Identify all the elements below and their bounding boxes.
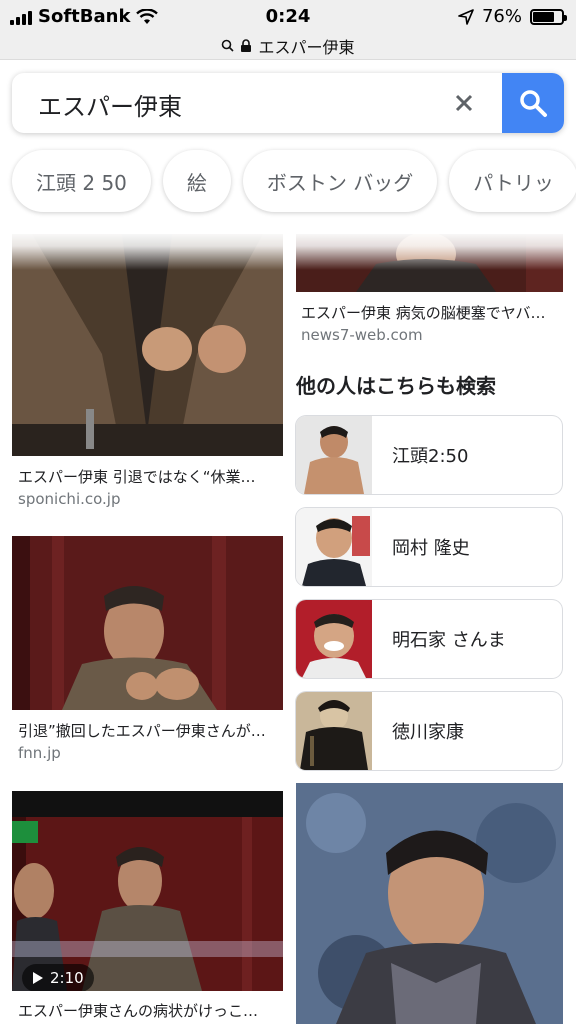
search-button[interactable]	[502, 73, 564, 133]
url-title: エスパー伊東	[258, 37, 355, 57]
related-search-item[interactable]: 明石家 さんま	[296, 600, 562, 678]
search-input[interactable]: エスパー伊東	[38, 87, 182, 122]
status-right: 76%	[458, 6, 567, 27]
location-arrow-icon	[458, 8, 474, 25]
related-search-item[interactable]: 徳川家康	[296, 692, 562, 770]
play-icon	[33, 972, 43, 984]
video-result-image[interactable]: 2:10	[12, 791, 283, 991]
chip-egashira[interactable]: 江頭 2 50	[12, 150, 151, 212]
url-bar[interactable]: エスパー伊東	[0, 32, 576, 60]
result-caption[interactable]: エスパー伊東 病気の脳梗塞でヤバ…	[301, 302, 557, 323]
lock-icon	[241, 38, 252, 52]
search-icon	[520, 90, 547, 117]
clear-button[interactable]	[444, 83, 484, 123]
result-source: sponichi.co.jp	[18, 490, 121, 508]
chip-boston-bag[interactable]: ボストン バッグ	[242, 150, 438, 212]
related-search-item[interactable]: 岡村 隆史	[296, 508, 562, 586]
related-label: 明石家 さんま	[392, 630, 506, 651]
result-image[interactable]	[296, 783, 563, 1024]
related-chips: 江頭 2 50 絵 ボストン バッグ パトリッ	[12, 150, 576, 212]
result-source: fnn.jp	[18, 744, 61, 762]
close-icon	[455, 94, 473, 112]
video-duration: 2:10	[50, 969, 84, 987]
related-thumbnail	[296, 692, 372, 770]
related-thumbnail	[296, 508, 372, 586]
result-caption[interactable]: エスパー伊東 引退ではなく“休業…	[18, 466, 274, 487]
chip-e[interactable]: 絵	[162, 150, 231, 212]
result-caption[interactable]: 引退”撤回したエスパー伊東さんが…	[18, 720, 274, 741]
video-duration-badge: 2:10	[22, 964, 94, 991]
search-box[interactable]: エスパー伊東	[12, 73, 564, 133]
result-image[interactable]	[12, 234, 283, 456]
result-image[interactable]	[12, 536, 283, 710]
result-caption[interactable]: エスパー伊東さんの病状がけっこ…	[18, 1000, 274, 1021]
result-source: news7-web.com	[301, 326, 423, 344]
related-searches-title: 他の人はこちらも検索	[296, 374, 496, 398]
result-image[interactable]	[296, 234, 563, 292]
battery-percent: 76%	[481, 6, 522, 27]
related-label: 徳川家康	[392, 722, 464, 743]
search-small-icon	[222, 39, 235, 52]
related-thumbnail	[296, 600, 372, 678]
related-thumbnail	[296, 416, 372, 494]
related-label: 岡村 隆史	[392, 538, 470, 559]
chip-patrick[interactable]: パトリッ	[449, 150, 576, 212]
battery-icon	[530, 8, 567, 25]
related-label: 江頭2:50	[392, 446, 469, 467]
status-bar: SoftBank 0:24 76%	[0, 0, 576, 32]
related-search-item[interactable]: 江頭2:50	[296, 416, 562, 494]
